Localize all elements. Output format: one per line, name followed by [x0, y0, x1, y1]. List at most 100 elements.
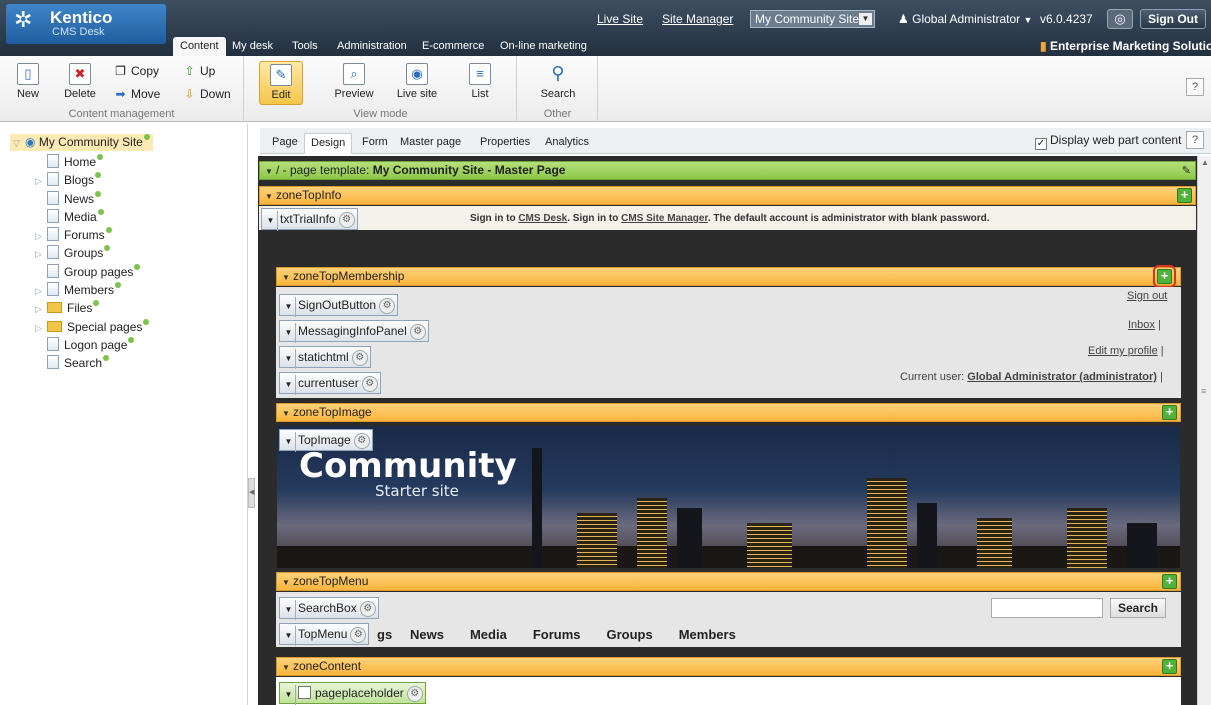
collapse-tree-handle[interactable]: ◀	[248, 478, 255, 508]
sign-out-button[interactable]: Sign Out	[1140, 9, 1206, 29]
menu-item-news[interactable]: News	[410, 627, 444, 642]
sign-out-link[interactable]: Sign out	[1127, 290, 1167, 302]
tree-item-special-pages[interactable]: ▷ Special pages	[35, 319, 150, 336]
tree-item-group-pages[interactable]: Group pages	[35, 264, 141, 280]
tab-design[interactable]: Design	[304, 133, 353, 154]
webpart-messaginginfopanel[interactable]: ▼ MessagingInfoPanel ⚙	[279, 320, 429, 343]
add-webpart-icon[interactable]: +	[1153, 265, 1176, 288]
gear-icon[interactable]: ⚙	[338, 212, 355, 228]
site-selector[interactable]: My Community Site ▼	[750, 10, 875, 28]
tree-item-groups[interactable]: ▷ Groups	[35, 245, 111, 262]
webpart-topmenu[interactable]: ▼ TopMenu ⚙	[279, 623, 370, 646]
ems-text: Enterprise Marketing Solution	[1049, 39, 1211, 53]
help-icon[interactable]: ?	[1186, 131, 1204, 149]
add-webpart-icon[interactable]: +	[1177, 188, 1192, 203]
edit-profile-link[interactable]: Edit my profile	[1088, 345, 1158, 357]
skyline-building	[1067, 508, 1107, 568]
add-webpart-icon[interactable]: +	[1162, 659, 1177, 674]
list-button[interactable]: ≡ List	[458, 61, 502, 105]
edit-template-icon[interactable]: ✎	[1182, 163, 1191, 180]
webpart-signoutbutton[interactable]: ▼ SignOutButton ⚙	[279, 294, 399, 317]
move-button[interactable]: ➡ Move	[113, 87, 160, 101]
new-button[interactable]: ▯ New	[6, 61, 50, 105]
menu-item-partial[interactable]: gs	[377, 627, 392, 642]
cms-desk-link[interactable]: CMS Desk	[518, 213, 567, 224]
tree-item-members[interactable]: ▷ Members	[35, 282, 122, 299]
tree-item-logon-page[interactable]: Logon page	[35, 337, 135, 353]
arrow-down-icon: ⇩	[184, 87, 195, 101]
menu-ecommerce[interactable]: E-commerce	[418, 37, 488, 56]
webpart-txttrialinfo[interactable]: ▼ txtTrialInfo ⚙	[261, 208, 358, 231]
up-button[interactable]: ⇧ Up	[182, 64, 215, 78]
menu-administration[interactable]: Administration	[333, 37, 411, 56]
add-webpart-icon[interactable]: +	[1162, 405, 1177, 420]
search-input[interactable]	[991, 598, 1103, 618]
tab-page[interactable]: Page	[266, 133, 304, 154]
preview-button[interactable]: ⌕ Preview	[332, 61, 376, 105]
webpart-searchbox[interactable]: ▼ SearchBox ⚙	[279, 597, 379, 620]
help-icon[interactable]: ?	[1186, 78, 1204, 96]
inbox-link[interactable]: Inbox	[1128, 319, 1155, 331]
zone-top-membership[interactable]: ▼ zoneTopMembership +	[276, 265, 1181, 288]
gear-icon[interactable]: ⚙	[361, 376, 378, 392]
current-user-link[interactable]: Global Administrator (administrator)	[967, 371, 1157, 383]
delete-button[interactable]: ✖ Delete	[58, 61, 102, 105]
edit-icon: ✎	[270, 64, 292, 86]
tab-master-page[interactable]: Master page	[394, 133, 467, 154]
gear-icon[interactable]: ⚙	[359, 601, 376, 617]
search-submit-button[interactable]: Search	[1110, 598, 1166, 618]
down-button[interactable]: ⇩ Down	[182, 87, 230, 101]
menu-item-groups[interactable]: Groups	[606, 627, 652, 642]
copy-button[interactable]: ❐ Copy	[113, 64, 159, 78]
placeholder-checkbox[interactable]	[298, 686, 311, 699]
gear-icon[interactable]: ⚙	[379, 298, 396, 314]
menu-tools[interactable]: Tools	[288, 37, 322, 56]
gear-icon[interactable]: ⚙	[350, 627, 367, 643]
live-site-link[interactable]: Live Site	[597, 12, 643, 26]
tab-properties[interactable]: Properties	[474, 133, 536, 154]
vertical-scrollbar[interactable]: ▲ ≡	[1197, 156, 1211, 705]
gear-icon[interactable]: ⚙	[351, 350, 368, 366]
zone-top-menu[interactable]: ▼ zoneTopMenu +	[276, 572, 1181, 591]
site-manager-link[interactable]: Site Manager	[662, 12, 733, 26]
edit-button[interactable]: ✎ Edit	[259, 61, 303, 105]
tree-item-media[interactable]: Media	[35, 209, 104, 225]
webpart-currentuser[interactable]: ▼ currentuser ⚙	[279, 372, 381, 395]
webpart-statichtml[interactable]: ▼ statichtml ⚙	[279, 346, 371, 369]
gear-icon[interactable]: ⚙	[353, 433, 370, 449]
template-bar[interactable]: ▼ / - page template: My Community Site - …	[259, 161, 1196, 180]
menu-content[interactable]: Content	[173, 37, 226, 56]
live-site-button[interactable]: ◉ Live site	[392, 61, 442, 105]
menu-item-members[interactable]: Members	[679, 627, 736, 642]
tree-item-home[interactable]: Home	[35, 154, 104, 170]
webpart-pageplaceholder[interactable]: ▼ pageplaceholder ⚙	[279, 682, 426, 705]
published-icon	[128, 337, 135, 343]
cms-site-manager-link[interactable]: CMS Site Manager	[621, 213, 708, 224]
tree-item-search[interactable]: Search	[35, 355, 110, 371]
add-webpart-icon[interactable]: +	[1162, 574, 1177, 589]
menu-item-media[interactable]: Media	[470, 627, 507, 642]
gear-icon[interactable]: ⚙	[409, 324, 426, 340]
tab-form[interactable]: Form	[356, 133, 394, 154]
menu-my-desk[interactable]: My desk	[228, 37, 277, 56]
tree-item-label: Group pages	[64, 265, 134, 279]
zone-top-image[interactable]: ▼ zoneTopImage +	[276, 403, 1181, 422]
menu-online-marketing[interactable]: On-line marketing	[496, 37, 591, 56]
tree-item-files[interactable]: ▷ Files	[35, 300, 100, 317]
up-label: Up	[200, 64, 216, 78]
kentico-logo[interactable]: ✲ Kentico CMS Desk	[6, 4, 166, 44]
search-button[interactable]: ⚲ Search	[536, 61, 580, 105]
webpart-topimage[interactable]: ▼ TopImage ⚙	[279, 429, 373, 452]
globe-icon[interactable]: ◎	[1107, 9, 1133, 29]
user-menu[interactable]: ♟ Global Administrator ▼	[898, 12, 1032, 26]
tree-root[interactable]: ▽ ◉ My Community Site	[10, 134, 153, 151]
zone-top-info[interactable]: ▼ zoneTopInfo +	[259, 186, 1196, 205]
tree-item-forums[interactable]: ▷ Forums	[35, 227, 112, 244]
zone-content[interactable]: ▼ zoneContent +	[276, 657, 1181, 676]
tree-item-blogs[interactable]: ▷ Blogs	[35, 172, 102, 189]
display-webpart-toggle[interactable]: ✓ Display web part content	[1035, 133, 1181, 150]
tab-analytics[interactable]: Analytics	[539, 133, 595, 154]
tree-item-news[interactable]: News	[35, 191, 102, 207]
menu-item-forums[interactable]: Forums	[533, 627, 581, 642]
gear-icon[interactable]: ⚙	[406, 686, 423, 702]
